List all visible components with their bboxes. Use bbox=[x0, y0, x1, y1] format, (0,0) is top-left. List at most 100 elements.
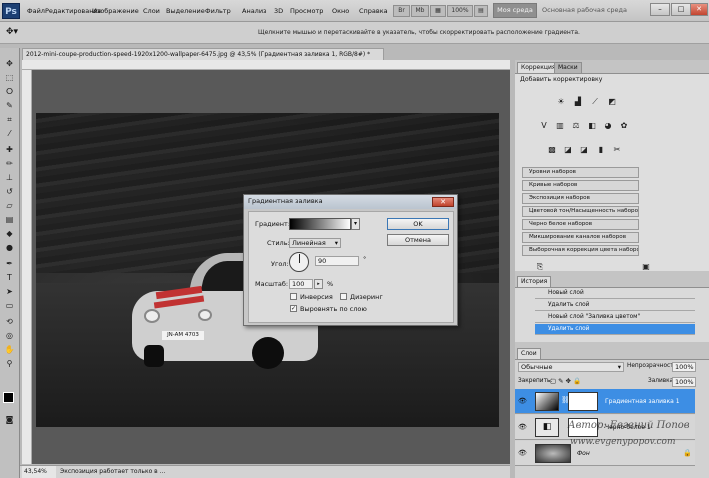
bridge-button[interactable]: Br bbox=[393, 5, 410, 17]
eyedropper-tool-icon[interactable]: ⁄ bbox=[3, 128, 16, 139]
ruler-left[interactable] bbox=[22, 70, 32, 464]
history-item[interactable]: Удалить слой bbox=[535, 300, 695, 311]
scale-slider-arrow[interactable]: ▸ bbox=[314, 279, 323, 289]
posterize-icon[interactable]: ◪ bbox=[563, 145, 573, 155]
history-item-selected[interactable]: Удалить слой bbox=[535, 324, 695, 335]
hand-tool-icon[interactable]: ✋ bbox=[3, 344, 16, 355]
gradient-tool-icon[interactable]: ▤ bbox=[3, 214, 16, 225]
angle-input[interactable]: 90 bbox=[315, 256, 359, 266]
eraser-tool-icon[interactable]: ▱ bbox=[3, 200, 16, 211]
workspace-my-button[interactable]: Моя среда bbox=[493, 3, 537, 18]
channel-mixer-icon[interactable]: ✿ bbox=[619, 121, 629, 131]
ok-button[interactable]: OK bbox=[387, 218, 449, 230]
gradient-picker-arrow[interactable]: ▾ bbox=[351, 218, 360, 230]
opacity-input[interactable]: 100% bbox=[672, 362, 696, 372]
foreground-color-swatch[interactable] bbox=[3, 392, 14, 403]
curves-icon[interactable]: ⟋ bbox=[590, 97, 600, 107]
tab-masks[interactable]: Маски bbox=[554, 62, 582, 73]
history-item[interactable]: Новый слой "Заливка цветом" bbox=[535, 312, 695, 323]
quick-mask-icon[interactable]: ◙ bbox=[3, 414, 16, 425]
path-select-tool-icon[interactable]: ➤ bbox=[3, 286, 16, 297]
lock-icons[interactable]: ▢✎✥🔒 bbox=[550, 377, 583, 385]
menu-select[interactable]: Выделение bbox=[166, 7, 205, 15]
document-tab[interactable]: 2012-mini-coupe-production-speed-1920x12… bbox=[22, 48, 384, 60]
zoom-field[interactable]: 43,54% bbox=[22, 466, 56, 478]
quick-select-tool-icon[interactable]: ✎ bbox=[3, 100, 16, 111]
black-white-icon[interactable]: ◧ bbox=[587, 121, 597, 131]
preset-item[interactable]: Цветовой тон/Насыщенность наборов bbox=[522, 206, 639, 217]
eye-icon[interactable]: 👁 bbox=[518, 397, 527, 405]
eye-icon[interactable]: 👁 bbox=[518, 449, 527, 457]
menu-3d[interactable]: 3D bbox=[274, 7, 283, 15]
layer-name[interactable]: Градиентная заливка 1 bbox=[605, 398, 680, 405]
crop-tool-icon[interactable]: ⌗ bbox=[3, 114, 16, 125]
vibrance-icon[interactable]: V bbox=[539, 121, 549, 131]
menu-window[interactable]: Окно bbox=[332, 7, 349, 15]
fill-input[interactable]: 100% bbox=[672, 377, 696, 387]
invert-icon[interactable]: ▩ bbox=[547, 145, 557, 155]
workspace-essentials-link[interactable]: Основная рабочая среда bbox=[542, 6, 627, 14]
threshold-icon[interactable]: ◪ bbox=[579, 145, 589, 155]
clip-icon[interactable]: ⎘ bbox=[535, 262, 545, 272]
history-item[interactable]: Новый слой bbox=[535, 288, 695, 299]
stamp-tool-icon[interactable]: ⊥ bbox=[3, 172, 16, 183]
zoom-level-select[interactable]: 100% bbox=[447, 5, 473, 17]
blend-mode-select[interactable]: Обычные ▾ bbox=[518, 362, 624, 372]
status-info[interactable]: Экспозиция работает только в ... bbox=[60, 466, 165, 478]
dodge-tool-icon[interactable]: ● bbox=[3, 242, 16, 253]
menu-file[interactable]: Файл bbox=[27, 7, 45, 15]
view-extras-button[interactable]: ▦ bbox=[430, 5, 446, 17]
preset-item[interactable]: Микширование каналов наборов bbox=[522, 232, 639, 243]
preset-item[interactable]: Уровни наборов bbox=[522, 167, 639, 178]
preset-item[interactable]: Кривые наборов bbox=[522, 180, 639, 191]
reverse-checkbox[interactable] bbox=[290, 293, 297, 300]
minimize-button[interactable]: – bbox=[650, 3, 670, 16]
dialog-close-button[interactable]: ✕ bbox=[432, 197, 454, 207]
menu-analysis[interactable]: Анализ bbox=[242, 7, 267, 15]
lasso-tool-icon[interactable]: ⵔ bbox=[3, 86, 16, 97]
gradient-swatch[interactable] bbox=[289, 218, 351, 230]
shape-tool-icon[interactable]: ▭ bbox=[3, 300, 16, 311]
blur-tool-icon[interactable]: ◆ bbox=[3, 228, 16, 239]
brightness-icon[interactable]: ☀ bbox=[556, 97, 566, 107]
menu-view[interactable]: Просмотр bbox=[290, 7, 323, 15]
tab-layers[interactable]: Слои bbox=[517, 348, 541, 359]
healing-brush-tool-icon[interactable]: ✚ bbox=[3, 144, 16, 155]
zoom-tool-icon[interactable]: ⚲ bbox=[3, 358, 16, 369]
brush-tool-icon[interactable]: ✏ bbox=[3, 158, 16, 169]
angle-dial[interactable] bbox=[289, 252, 309, 272]
eye-icon[interactable]: 👁 bbox=[518, 423, 527, 431]
minibridge-button[interactable]: Mb bbox=[411, 5, 429, 17]
3d-rotate-tool-icon[interactable]: ⟲ bbox=[3, 316, 16, 327]
dither-checkbox[interactable] bbox=[340, 293, 347, 300]
menu-layers[interactable]: Слои bbox=[143, 7, 160, 15]
gradient-map-icon[interactable]: ▮ bbox=[596, 145, 606, 155]
menu-image[interactable]: Изображение bbox=[92, 7, 139, 15]
layer-name[interactable]: Фон bbox=[577, 450, 590, 457]
exposure-icon[interactable]: ◩ bbox=[607, 97, 617, 107]
pen-tool-icon[interactable]: ✒ bbox=[3, 258, 16, 269]
preset-item[interactable]: Выборочная коррекция цвета наборов bbox=[522, 245, 639, 256]
menu-filter[interactable]: Фильтр bbox=[205, 7, 231, 15]
hue-saturation-icon[interactable]: ▥ bbox=[555, 121, 565, 131]
arrange-documents-button[interactable]: ▤ bbox=[474, 5, 488, 17]
move-tool-icon[interactable]: ✥▾ bbox=[6, 27, 18, 37]
move-tool-icon[interactable]: ✥ bbox=[3, 58, 16, 69]
dialog-title-bar[interactable]: Градиентная заливка bbox=[244, 195, 457, 209]
panel-options-icon[interactable]: ▣ bbox=[641, 262, 651, 272]
menu-help[interactable]: Справка bbox=[359, 7, 388, 15]
selective-color-icon[interactable]: ✂ bbox=[612, 145, 622, 155]
preset-item[interactable]: Экспозиция наборов bbox=[522, 193, 639, 204]
align-with-layer-checkbox[interactable]: ✓ bbox=[290, 305, 297, 312]
color-balance-icon[interactable]: ⚖ bbox=[571, 121, 581, 131]
preset-item[interactable]: Черно белое наборов bbox=[522, 219, 639, 230]
maximize-button[interactable]: □ bbox=[671, 3, 691, 16]
scale-input[interactable]: 100 bbox=[289, 279, 313, 289]
3d-orbit-tool-icon[interactable]: ◎ bbox=[3, 330, 16, 341]
close-window-button[interactable]: ✕ bbox=[690, 3, 708, 16]
type-tool-icon[interactable]: T bbox=[3, 272, 16, 283]
levels-icon[interactable]: ▟ bbox=[573, 97, 583, 107]
photo-filter-icon[interactable]: ◕ bbox=[603, 121, 613, 131]
marquee-tool-icon[interactable]: ⬚ bbox=[3, 72, 16, 83]
style-select[interactable]: Линейная ▾ bbox=[289, 238, 341, 248]
